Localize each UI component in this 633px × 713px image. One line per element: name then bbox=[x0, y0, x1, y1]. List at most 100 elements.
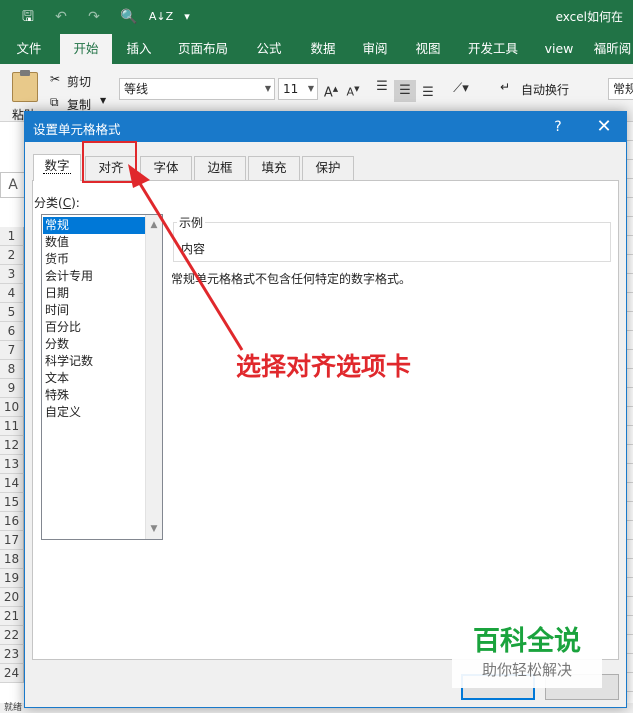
row-header[interactable]: 22 bbox=[0, 626, 24, 645]
row-header[interactable]: 24 bbox=[0, 664, 24, 683]
row-header[interactable]: 3 bbox=[0, 265, 24, 284]
tab-font-label: 字体 bbox=[153, 160, 179, 175]
row-header[interactable]: 6 bbox=[0, 322, 24, 341]
wrap-text-button[interactable]: 自动换行 bbox=[521, 81, 569, 98]
callout-text: 选择对齐选项卡 bbox=[236, 352, 412, 381]
category-list[interactable]: 常规 数值 货币 会计专用 日期 时间 百分比 分数 科学记数 文本 特殊 自定… bbox=[41, 214, 163, 540]
align-top-icon[interactable]: ☰ bbox=[372, 76, 392, 98]
tab-fill[interactable]: 填充 bbox=[248, 156, 300, 180]
tab-protection[interactable]: 保护 bbox=[302, 156, 354, 180]
ribbon-tab-file[interactable]: 文件 bbox=[6, 34, 52, 64]
document-title: excel如何在 bbox=[555, 10, 623, 24]
ribbon-tab-view-addin[interactable]: view bbox=[536, 34, 582, 64]
ribbon-tab-data[interactable]: 数据 bbox=[300, 34, 346, 64]
category-item-accounting[interactable]: 会计专用 bbox=[43, 268, 145, 285]
category-item-custom[interactable]: 自定义 bbox=[43, 404, 145, 421]
category-scrollbar[interactable]: ▲ ▼ bbox=[145, 215, 162, 539]
ribbon-tab-bar: 文件 开始 插入 页面布局 公式 数据 审阅 视图 开发工具 view 福昕阅 bbox=[0, 34, 633, 65]
close-icon[interactable]: ✕ bbox=[587, 114, 621, 140]
category-item-number[interactable]: 数值 bbox=[43, 234, 145, 251]
row-header[interactable]: 18 bbox=[0, 550, 24, 569]
dialog-title-bar[interactable]: 设置单元格格式 ? ✕ bbox=[25, 112, 626, 142]
category-item-general[interactable]: 常规 bbox=[43, 217, 145, 234]
tab-font[interactable]: 字体 bbox=[140, 156, 192, 180]
paste-icon[interactable] bbox=[12, 70, 38, 102]
font-name-combo[interactable]: 等线 ▼ bbox=[119, 78, 275, 100]
copy-dropdown-icon[interactable]: ▼ bbox=[100, 96, 106, 105]
scroll-down-icon[interactable]: ▼ bbox=[146, 521, 162, 537]
row-header[interactable]: 7 bbox=[0, 341, 24, 360]
ribbon-tab-foxit[interactable]: 福昕阅 bbox=[592, 34, 633, 64]
row-header[interactable]: 1 bbox=[0, 227, 24, 246]
row-header[interactable]: 8 bbox=[0, 360, 24, 379]
help-icon[interactable]: ? bbox=[543, 115, 573, 139]
font-size-combo[interactable]: 11 ▼ bbox=[278, 78, 318, 100]
wrap-text-icon[interactable]: ↵ bbox=[500, 80, 510, 94]
ribbon-tab-view[interactable]: 视图 bbox=[405, 34, 451, 64]
watermark-logo: 百科全说 助你轻松解决 bbox=[452, 622, 602, 688]
tab-number-label: 数字 bbox=[43, 158, 71, 174]
row-header[interactable]: 4 bbox=[0, 284, 24, 303]
category-label-text: 分类( bbox=[34, 196, 63, 210]
ribbon-tab-home[interactable]: 开始 bbox=[60, 34, 112, 65]
row-header[interactable]: 14 bbox=[0, 474, 24, 493]
row-header[interactable]: 10 bbox=[0, 398, 24, 417]
shrink-font-button[interactable]: A▼ bbox=[344, 78, 362, 100]
align-middle-icon[interactable]: ☰ bbox=[394, 80, 416, 102]
category-item-percentage[interactable]: 百分比 bbox=[43, 319, 145, 336]
row-header[interactable]: 2 bbox=[0, 246, 24, 265]
row-header[interactable]: 9 bbox=[0, 379, 24, 398]
align-bottom-icon[interactable]: ☰ bbox=[418, 82, 438, 104]
category-item-currency[interactable]: 货币 bbox=[43, 251, 145, 268]
category-label-end: ): bbox=[71, 196, 80, 210]
ribbon-tab-formulas[interactable]: 公式 bbox=[246, 34, 292, 64]
row-header[interactable]: 15 bbox=[0, 493, 24, 512]
row-header[interactable]: 17 bbox=[0, 531, 24, 550]
ribbon-tab-insert[interactable]: 插入 bbox=[116, 34, 162, 64]
ribbon-tab-developer[interactable]: 开发工具 bbox=[462, 34, 524, 64]
tab-protection-label: 保护 bbox=[315, 160, 341, 175]
save-icon[interactable]: 🖫 bbox=[17, 7, 39, 27]
cut-icon[interactable]: ✂ bbox=[50, 72, 60, 86]
font-name-value: 等线 bbox=[124, 82, 149, 96]
format-description: 常规单元格格式不包含任何特定的数字格式。 bbox=[171, 272, 412, 286]
category-item-text[interactable]: 文本 bbox=[43, 370, 145, 387]
copy-icon[interactable]: ⧉ bbox=[50, 95, 59, 110]
category-label: 分类(C): bbox=[34, 194, 80, 211]
chevron-down-icon[interactable]: ▼ bbox=[308, 79, 314, 99]
name-box[interactable]: A bbox=[0, 172, 26, 198]
redo-icon[interactable]: ↷ bbox=[83, 7, 105, 27]
row-header[interactable]: 16 bbox=[0, 512, 24, 531]
format-cells-dialog: 设置单元格格式 ? ✕ 数字 对齐 字体 边框 填充 保护 分类(C): 常规 … bbox=[24, 111, 627, 708]
chevron-down-icon[interactable]: ▼ bbox=[265, 79, 271, 99]
row-header[interactable]: 13 bbox=[0, 455, 24, 474]
row-header[interactable]: 21 bbox=[0, 607, 24, 626]
cut-button[interactable]: 剪切 bbox=[67, 73, 91, 90]
row-header[interactable]: 5 bbox=[0, 303, 24, 322]
ribbon-tab-review[interactable]: 审阅 bbox=[352, 34, 398, 64]
row-header[interactable]: 11 bbox=[0, 417, 24, 436]
category-item-scientific[interactable]: 科学记数 bbox=[43, 353, 145, 370]
category-item-date[interactable]: 日期 bbox=[43, 285, 145, 302]
category-item-fraction[interactable]: 分数 bbox=[43, 336, 145, 353]
orientation-icon[interactable]: ⟋▾ bbox=[446, 78, 476, 100]
sample-group bbox=[173, 222, 611, 262]
watermark-title: 百科全说 bbox=[473, 626, 581, 657]
customize-quick-access-icon[interactable]: ▾ bbox=[176, 7, 198, 27]
row-header[interactable]: 20 bbox=[0, 588, 24, 607]
grow-font-button[interactable]: A▲ bbox=[322, 78, 340, 100]
category-item-time[interactable]: 时间 bbox=[43, 302, 145, 319]
row-header[interactable]: 12 bbox=[0, 436, 24, 455]
ribbon-tab-page-layout[interactable]: 页面布局 bbox=[172, 34, 234, 64]
tab-number[interactable]: 数字 bbox=[33, 154, 81, 181]
category-item-special[interactable]: 特殊 bbox=[43, 387, 145, 404]
number-format-combo[interactable]: 常规 bbox=[608, 78, 633, 100]
row-header[interactable]: 19 bbox=[0, 569, 24, 588]
scroll-up-icon[interactable]: ▲ bbox=[146, 217, 162, 233]
sort-icon[interactable]: A↓Z bbox=[146, 7, 176, 27]
font-size-value: 11 bbox=[283, 82, 299, 96]
row-header[interactable]: 23 bbox=[0, 645, 24, 664]
print-preview-icon[interactable]: 🔍 bbox=[118, 7, 140, 27]
undo-icon[interactable]: ↶ bbox=[50, 7, 72, 27]
tab-border[interactable]: 边框 bbox=[194, 156, 246, 180]
